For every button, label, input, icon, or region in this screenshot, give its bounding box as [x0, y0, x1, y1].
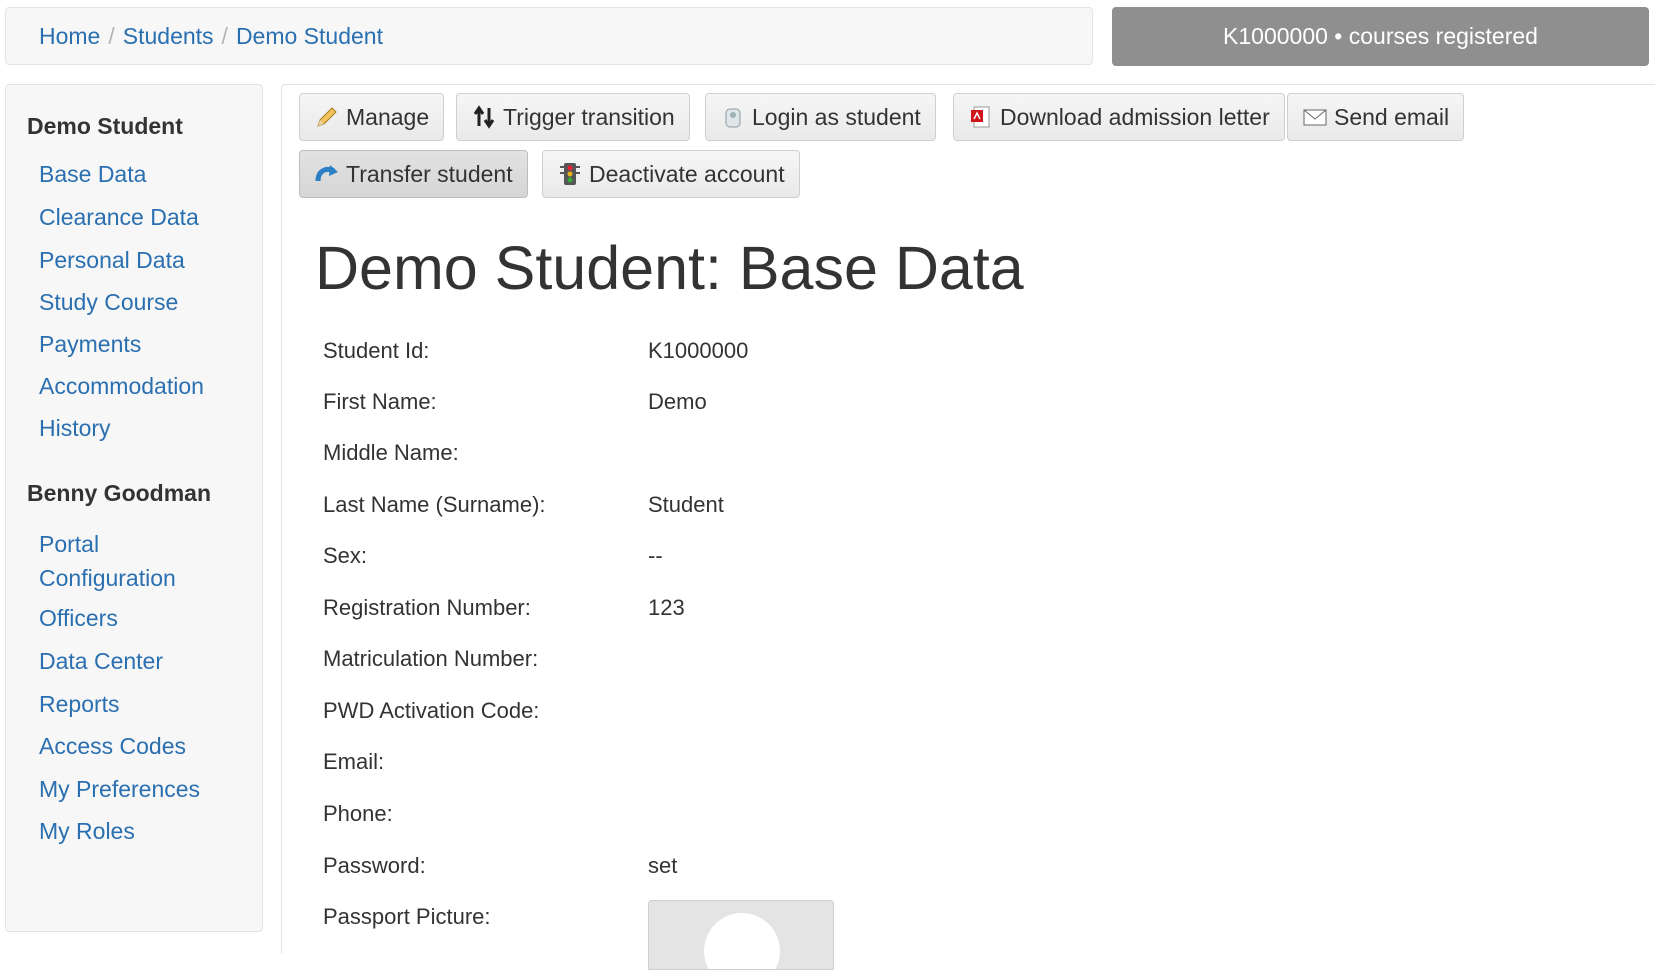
- breadcrumb-home[interactable]: Home: [39, 23, 100, 50]
- field-label-registration-number: Registration Number:: [323, 595, 531, 620]
- field-value-sex: --: [648, 543, 663, 568]
- field-label-student-id: Student Id:: [323, 338, 430, 363]
- deactivate-account-button-label: Deactivate account: [589, 160, 785, 187]
- traffic-light-icon: [557, 161, 583, 187]
- envelope-icon: [1302, 104, 1328, 130]
- download-admission-letter-button-label: Download admission letter: [1000, 103, 1270, 130]
- breadcrumb: Home / Students / Demo Student: [5, 7, 1093, 65]
- manage-button-label: Manage: [346, 103, 430, 130]
- field-value-student-id: K1000000: [648, 338, 749, 363]
- status-badge: K1000000 • courses registered: [1112, 7, 1649, 66]
- download-admission-letter-button[interactable]: Download admission letter: [953, 93, 1285, 141]
- sidebar: Demo Student Base Data Clearance Data Pe…: [5, 84, 263, 932]
- passport-picture: [648, 900, 834, 970]
- transfer-icon: [314, 161, 340, 187]
- sidebar-student-heading: Demo Student: [27, 113, 183, 139]
- sidebar-item-data-center[interactable]: Data Center: [39, 644, 239, 678]
- sidebar-item-officers[interactable]: Officers: [39, 601, 239, 635]
- field-value-last-name: Student: [648, 492, 724, 517]
- sidebar-item-study-course[interactable]: Study Course: [39, 285, 239, 319]
- field-label-sex: Sex:: [323, 543, 368, 568]
- page-title: Demo Student: Base Data: [315, 234, 1024, 302]
- sidebar-user-heading: Benny Goodman: [27, 480, 212, 506]
- field-label-phone: Phone:: [323, 801, 393, 826]
- sidebar-item-history[interactable]: History: [39, 411, 239, 445]
- field-label-pwd-activation-code: PWD Activation Code:: [323, 698, 540, 723]
- manage-button[interactable]: Manage: [299, 93, 445, 141]
- sidebar-item-access-codes[interactable]: Access Codes: [39, 729, 239, 763]
- field-label-matriculation-number: Matriculation Number:: [323, 646, 539, 671]
- sidebar-item-accommodation[interactable]: Accommodation: [39, 369, 239, 403]
- sidebar-item-personal-data[interactable]: Personal Data: [39, 243, 239, 277]
- field-value-password: set: [648, 853, 678, 878]
- field-label-last-name: Last Name (Surname):: [323, 492, 546, 517]
- field-label-passport-picture: Passport Picture:: [323, 904, 491, 929]
- transfer-student-button[interactable]: Transfer student: [299, 150, 528, 198]
- transition-arrows-icon: [471, 104, 497, 130]
- avatar-placeholder-icon: [704, 913, 780, 969]
- transfer-student-button-label: Transfer student: [346, 160, 513, 187]
- login-as-student-button-label: Login as student: [752, 103, 921, 130]
- breadcrumb-students[interactable]: Students: [123, 23, 214, 50]
- sidebar-item-reports[interactable]: Reports: [39, 687, 239, 721]
- login-icon: [720, 104, 746, 130]
- sidebar-item-clearance-data[interactable]: Clearance Data: [39, 200, 239, 234]
- sidebar-item-my-roles[interactable]: My Roles: [39, 814, 239, 848]
- breadcrumb-separator: /: [221, 22, 228, 49]
- field-value-first-name: Demo: [648, 389, 707, 414]
- sidebar-item-payments[interactable]: Payments: [39, 327, 239, 361]
- breadcrumb-demo-student[interactable]: Demo Student: [236, 23, 383, 50]
- trigger-transition-button-label: Trigger transition: [503, 103, 675, 130]
- pdf-icon: [968, 104, 994, 130]
- login-as-student-button[interactable]: Login as student: [705, 93, 936, 141]
- field-label-password: Password:: [323, 853, 426, 878]
- send-email-button-label: Send email: [1334, 103, 1450, 130]
- sidebar-item-base-data[interactable]: Base Data: [39, 157, 239, 191]
- deactivate-account-button[interactable]: Deactivate account: [542, 150, 800, 198]
- field-label-first-name: First Name:: [323, 389, 437, 414]
- pencil-icon: [314, 104, 340, 130]
- sidebar-item-portal-configuration[interactable]: Portal Configuration: [39, 527, 199, 595]
- trigger-transition-button[interactable]: Trigger transition: [456, 93, 690, 141]
- sidebar-item-my-preferences[interactable]: My Preferences: [39, 772, 239, 806]
- field-value-registration-number: 123: [648, 595, 685, 620]
- send-email-button[interactable]: Send email: [1287, 93, 1465, 141]
- main-panel: Manage Trigger transition Login as stude…: [281, 84, 1655, 970]
- field-label-email: Email:: [323, 749, 385, 774]
- field-label-middle-name: Middle Name:: [323, 440, 459, 465]
- breadcrumb-separator: /: [108, 22, 115, 49]
